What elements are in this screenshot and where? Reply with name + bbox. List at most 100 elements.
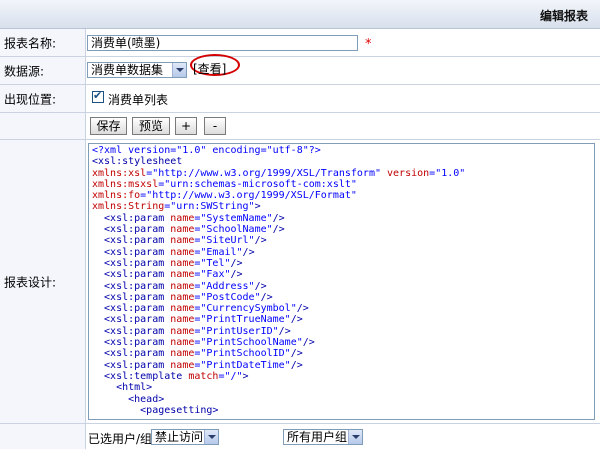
code-token: <xsl:param: [92, 269, 171, 281]
position-checkbox[interactable]: [92, 89, 104, 103]
chevron-down-icon[interactable]: [172, 63, 186, 77]
code-token: />: [260, 291, 273, 303]
code-token: <xsl:param: [92, 314, 171, 326]
position-label: 出现位置:: [4, 92, 57, 106]
code-token: ="SiteUrl": [194, 235, 255, 247]
code-token: name: [170, 269, 195, 281]
code-token: ="1.0": [429, 167, 466, 179]
code-token: />: [290, 359, 303, 371]
code-token: />: [290, 314, 303, 326]
position-row: 出现位置: 消费单列表: [0, 85, 600, 113]
code-token: name: [170, 257, 195, 269]
code-token: />: [296, 303, 309, 315]
code-token: name: [170, 291, 195, 303]
code-line: <xsl:param name="Email"/>: [92, 247, 465, 258]
code-token: match: [188, 370, 219, 382]
datasource-row: 数据源: 消费单数据集 [查看]: [0, 54, 600, 85]
chevron-down-icon[interactable]: [204, 430, 218, 444]
code-token: ="CurrencySymbol": [194, 303, 297, 315]
code-token: <xsl:param: [92, 246, 171, 258]
code-token: <xsl:param: [92, 224, 171, 236]
report-name-input[interactable]: 消费单(喷墨): [87, 35, 358, 51]
code-line: <xsl:param name="PrintSchoolName"/>: [92, 337, 465, 348]
code-token: name: [170, 303, 195, 315]
code-line: <head>: [92, 394, 465, 405]
xsl-code-editor[interactable]: <?xml version="1.0" encoding="utf-8"?> <x…: [88, 143, 595, 420]
code-line: <pagesetting>: [92, 405, 465, 416]
code-token: >: [254, 201, 261, 213]
code-token: ="urn:schemas-microsoft-com:xslt": [158, 178, 357, 190]
code-token: name: [170, 359, 195, 371]
code-token: <xsl:param: [92, 303, 171, 315]
code-token: />: [230, 269, 243, 281]
code-line: <xsl:param name="PrintSchoolID"/>: [92, 348, 465, 359]
code-token: name: [170, 337, 195, 349]
code-token: />: [278, 325, 291, 337]
code-line: <xsl:param name="Fax"/>: [92, 269, 465, 280]
position-checkbox-label: 消费单列表: [108, 93, 169, 107]
design-label: 报表设计:: [4, 275, 57, 289]
code-token: <xsl:param: [92, 291, 171, 303]
code-line: <xsl:stylesheet: [92, 156, 465, 167]
code-token: ="urn:SWString": [164, 201, 255, 213]
code-content: <?xml version="1.0" encoding="utf-8"?> <x…: [92, 145, 465, 416]
code-token: <pagesetting>: [92, 404, 219, 416]
code-token: ="http://www.w3.org/1999/XSL/Transform": [146, 167, 388, 179]
required-mark: *: [365, 37, 372, 52]
add-button[interactable]: +: [175, 117, 197, 135]
code-line: <xsl:param name="PostCode"/>: [92, 292, 465, 303]
code-token: xmlns:String: [92, 201, 165, 213]
code-token: />: [272, 224, 285, 236]
code-token: version: [387, 167, 430, 179]
users-row: 已选用户/组 禁止访问 所有用户组: [0, 424, 600, 449]
code-token: <xsl:param: [92, 325, 171, 337]
code-token: />: [290, 348, 303, 360]
code-line: <xsl:param name="PrintDateTime"/>: [92, 360, 465, 371]
code-token: <head>: [92, 393, 165, 405]
code-token: name: [170, 235, 195, 247]
preview-button[interactable]: 预览: [132, 117, 170, 135]
remove-button[interactable]: -: [204, 117, 226, 135]
code-token: xsl:stylesheet: [98, 156, 183, 168]
code-token: />: [302, 337, 315, 349]
report-name-row: 报表名称: 消费单(喷墨) *: [0, 29, 600, 57]
report-name-label: 报表名称:: [4, 36, 57, 50]
chevron-down-icon[interactable]: [348, 430, 362, 444]
code-token: ="Address": [194, 280, 255, 292]
save-button[interactable]: 保存: [90, 117, 127, 135]
user-groups-select-value: 所有用户组: [287, 430, 348, 444]
code-token: xmlns:xsl: [92, 167, 147, 179]
datasource-label: 数据源:: [4, 64, 45, 78]
code-line: <xsl:param name="SystemName"/>: [92, 213, 465, 224]
code-token: <xsl:param: [92, 257, 171, 269]
code-token: ="PrintSchoolID": [194, 348, 291, 360]
code-token: name: [170, 246, 195, 258]
code-token: ="PrintUserID": [194, 325, 279, 337]
code-token: xmlns:fo: [92, 190, 141, 202]
code-token: />: [254, 235, 267, 247]
code-token: <xsl:param: [92, 280, 171, 292]
code-token: >: [242, 370, 249, 382]
code-line: <xsl:param name="CurrencySymbol"/>: [92, 303, 465, 314]
code-token: <xsl:param: [92, 212, 171, 224]
design-row: 报表设计: <?xml version="1.0" encoding="utf-…: [0, 140, 600, 424]
code-line: xmlns:String="urn:SWString">: [92, 201, 465, 212]
code-token: <xsl:template: [92, 370, 189, 382]
code-token: ="PrintTrueName": [194, 314, 291, 326]
code-line: xmlns:xsl="http://www.w3.org/1999/XSL/Tr…: [92, 168, 465, 179]
code-line: <xsl:param name="Address"/>: [92, 281, 465, 292]
code-token: ="/": [218, 370, 243, 382]
datasource-select-value: 消费单数据集: [91, 63, 164, 77]
code-line: <html>: [92, 382, 465, 393]
code-token: name: [170, 212, 195, 224]
code-line: <xsl:param name="PrintUserID"/>: [92, 326, 465, 337]
code-token: ="Email": [194, 246, 243, 258]
code-line: <xsl:param name="PrintTrueName"/>: [92, 314, 465, 325]
code-token: <xsl:param: [92, 348, 171, 360]
users-label: 已选用户/组: [88, 432, 153, 446]
user-groups-select[interactable]: 所有用户组: [283, 429, 363, 445]
access-select[interactable]: 禁止访问: [151, 429, 219, 445]
code-token: ="Fax": [194, 269, 231, 281]
view-datasource-link[interactable]: [查看]: [193, 60, 226, 77]
datasource-select[interactable]: 消费单数据集: [87, 62, 187, 78]
